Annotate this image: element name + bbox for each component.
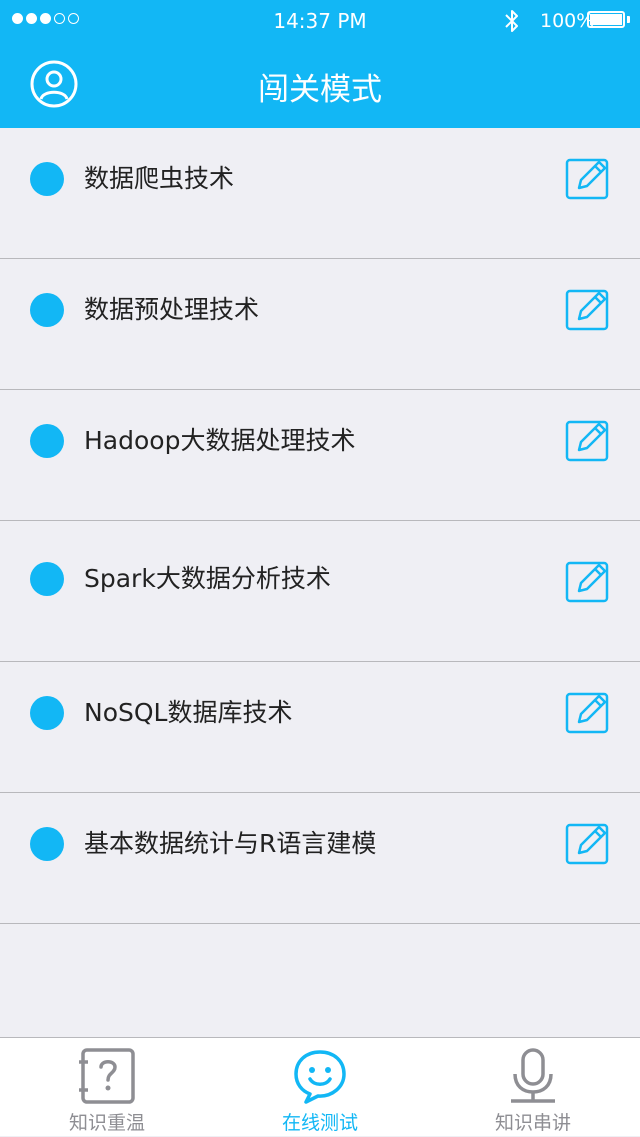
- nav-header: 14:37 PM 100% 闯关模式: [0, 0, 640, 128]
- list-item-label: 基本数据统计与R语言建模: [84, 829, 377, 858]
- tab-lecture[interactable]: 知识串讲: [426, 1038, 640, 1137]
- bullet-dot: [30, 293, 64, 327]
- page-title: 闯关模式: [258, 72, 382, 108]
- tab-online-test[interactable]: 在线测试: [213, 1038, 427, 1137]
- list-item[interactable]: 数据爬虫技术: [0, 128, 640, 259]
- edit-icon[interactable]: [565, 418, 611, 462]
- level-list: 数据爬虫技术 数据预处理技术 Hadoop大数据处理技术 Spark大数据分析技…: [0, 128, 640, 924]
- question-book-icon: [79, 1048, 135, 1104]
- edit-icon[interactable]: [565, 287, 611, 331]
- bullet-dot: [30, 424, 64, 458]
- battery-tip: [627, 16, 630, 23]
- tab-review[interactable]: 知识重温: [0, 1038, 214, 1137]
- tab-label: 知识重温: [68, 1112, 145, 1134]
- list-item-label: 数据爬虫技术: [84, 164, 235, 193]
- list-item[interactable]: 数据预处理技术: [0, 259, 640, 390]
- list-item[interactable]: NoSQL数据库技术: [0, 662, 640, 793]
- list-item-label: NoSQL数据库技术: [84, 698, 293, 727]
- list-item[interactable]: Hadoop大数据处理技术: [0, 390, 640, 521]
- tab-label: 在线测试: [281, 1112, 358, 1134]
- edit-icon[interactable]: [565, 690, 611, 734]
- list-item-label: Hadoop大数据处理技术: [84, 426, 356, 455]
- tab-bar: 知识重温 在线测试 知识串讲: [0, 1037, 640, 1136]
- bullet-dot: [30, 562, 64, 596]
- edit-icon[interactable]: [565, 559, 611, 603]
- bullet-dot: [30, 696, 64, 730]
- status-bar: 14:37 PM 100%: [0, 0, 640, 40]
- list-item[interactable]: Spark大数据分析技术: [0, 521, 640, 662]
- list-item-label: Spark大数据分析技术: [84, 564, 331, 593]
- list-item[interactable]: 基本数据统计与R语言建模: [0, 793, 640, 924]
- bullet-dot: [30, 827, 64, 861]
- edit-icon[interactable]: [565, 156, 611, 200]
- bluetooth-icon: [505, 10, 518, 32]
- microphone-icon: [511, 1048, 555, 1103]
- bullet-dot: [30, 162, 64, 196]
- smiley-chat-icon: [294, 1050, 346, 1104]
- battery-icon: [587, 11, 625, 28]
- edit-icon[interactable]: [565, 821, 611, 865]
- tab-label: 知识串讲: [494, 1112, 571, 1134]
- list-item-label: 数据预处理技术: [84, 295, 260, 324]
